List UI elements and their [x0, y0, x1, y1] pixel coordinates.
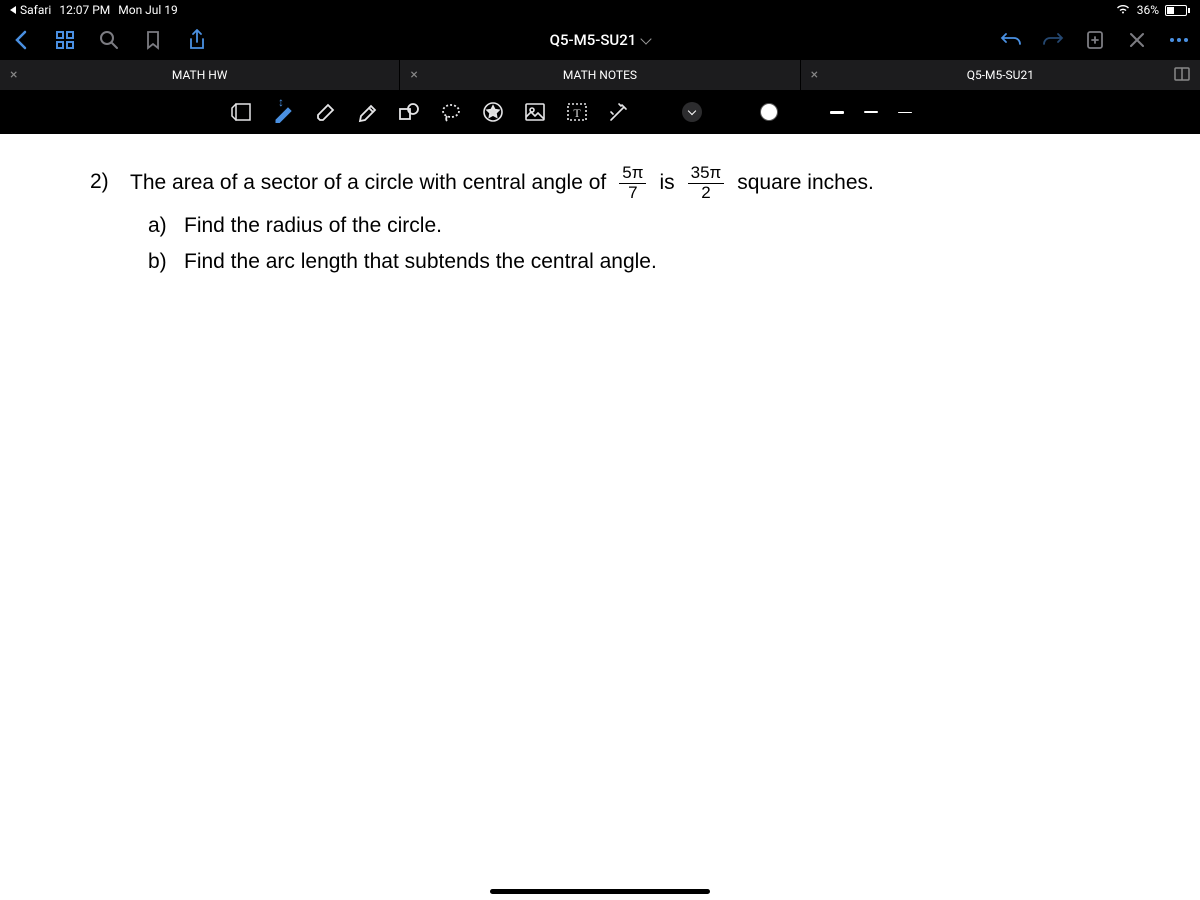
- color-black[interactable]: [722, 103, 740, 121]
- add-page-icon[interactable]: [1084, 29, 1106, 51]
- fraction-angle: 5π 7: [619, 164, 646, 202]
- eraser-tool-icon[interactable]: [314, 101, 336, 123]
- tab-math-notes[interactable]: × MATH NOTES: [400, 60, 800, 90]
- status-time: 12:07 PM: [59, 3, 110, 17]
- document-title-dropdown[interactable]: Q5-M5-SU21: [403, 31, 796, 49]
- color-white[interactable]: [760, 103, 778, 121]
- lasso-tool-icon[interactable]: [440, 101, 462, 123]
- text-tool-icon[interactable]: T: [566, 101, 588, 123]
- close-icon[interactable]: [1126, 29, 1148, 51]
- highlighter-tool-icon[interactable]: [356, 101, 378, 123]
- tab-label: MATH NOTES: [563, 68, 637, 82]
- status-date: Mon Jul 19: [118, 3, 178, 17]
- stroke-width-medium[interactable]: [864, 111, 878, 113]
- page-nav-icon[interactable]: [230, 101, 252, 123]
- favorites-tool-icon[interactable]: [482, 101, 504, 123]
- back-button[interactable]: [10, 29, 32, 51]
- thumbnails-icon[interactable]: [54, 29, 76, 51]
- problem-text-middle: is: [659, 165, 674, 201]
- problem-text-before: The area of a sector of a circle with ce…: [130, 165, 606, 201]
- document-title: Q5-M5-SU21: [550, 31, 637, 49]
- tab-math-hw[interactable]: × MATH HW: [0, 60, 400, 90]
- search-icon[interactable]: [98, 29, 120, 51]
- tab-close-icon[interactable]: ×: [410, 67, 417, 83]
- status-bar: Safari 12:07 PM Mon Jul 19 36%: [0, 0, 1200, 20]
- redo-button[interactable]: [1042, 29, 1064, 51]
- stroke-width-thin[interactable]: [898, 112, 912, 113]
- problem-2: 2) The area of a sector of a circle with…: [90, 164, 1110, 280]
- chevron-down-icon: [641, 33, 652, 44]
- svg-text:T: T: [573, 106, 581, 120]
- pen-tool-icon[interactable]: ↕: [272, 101, 294, 123]
- back-to-app[interactable]: Safari: [10, 3, 51, 17]
- tab-label: Q5-M5-SU21: [967, 68, 1034, 82]
- share-icon[interactable]: [186, 29, 208, 51]
- fraction-area: 35π 2: [688, 164, 725, 202]
- shapes-tool-icon[interactable]: [398, 101, 420, 123]
- tab-q5-m5-su21[interactable]: × Q5-M5-SU21: [801, 60, 1200, 90]
- bookmark-icon[interactable]: [142, 29, 164, 51]
- tab-label: MATH HW: [172, 68, 228, 82]
- part-text: Find the arc length that subtends the ce…: [184, 244, 657, 280]
- part-label: a): [148, 208, 170, 244]
- undo-button[interactable]: [1000, 29, 1022, 51]
- laser-tool-icon[interactable]: [608, 101, 630, 123]
- image-tool-icon[interactable]: [524, 101, 546, 123]
- annotation-toolbar: ↕ T: [0, 90, 1200, 134]
- problem-text-after: square inches.: [737, 165, 874, 201]
- problem-part-a: a) Find the radius of the circle.: [148, 208, 1110, 244]
- battery-percent: 36%: [1137, 3, 1159, 17]
- tabs-bar: × MATH HW × MATH NOTES × Q5-M5-SU21: [0, 60, 1200, 90]
- problem-statement: The area of a sector of a circle with ce…: [130, 164, 874, 202]
- document-content: 2) The area of a sector of a circle with…: [0, 134, 1200, 310]
- navigation-bar: Q5-M5-SU21: [0, 20, 1200, 60]
- more-icon[interactable]: [1168, 29, 1190, 51]
- stroke-width-thick[interactable]: [830, 111, 844, 114]
- tab-close-icon[interactable]: ×: [811, 67, 818, 83]
- tab-close-icon[interactable]: ×: [10, 67, 17, 83]
- home-indicator[interactable]: [490, 889, 710, 894]
- wifi-icon: [1115, 3, 1131, 18]
- problem-number: 2): [90, 164, 114, 200]
- split-view-icon[interactable]: [1174, 67, 1190, 84]
- problem-part-b: b) Find the arc length that subtends the…: [148, 244, 1110, 280]
- part-label: b): [148, 244, 170, 280]
- color-dropdown[interactable]: [682, 102, 702, 122]
- part-text: Find the radius of the circle.: [184, 208, 442, 244]
- battery-icon: [1165, 5, 1190, 16]
